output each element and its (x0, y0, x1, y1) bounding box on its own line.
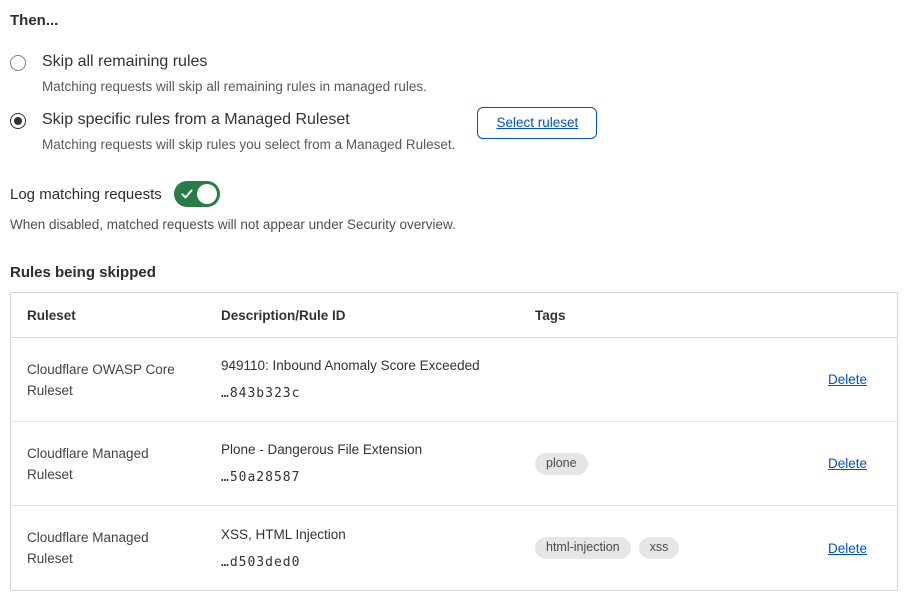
table-row: Cloudflare Managed Ruleset XSS, HTML Inj… (11, 506, 897, 590)
table-row: Cloudflare Managed Ruleset Plone - Dange… (11, 422, 897, 506)
rule-id: …843b323c (221, 386, 535, 401)
delete-link[interactable]: Delete (828, 456, 867, 471)
delete-link[interactable]: Delete (828, 372, 867, 387)
skip-specific-rules-radio[interactable] (10, 113, 26, 129)
actions-cell: Delete (797, 372, 867, 387)
ruleset-cell: Cloudflare Managed Ruleset (27, 527, 221, 569)
column-header-description-rule-id: Description/Rule ID (221, 308, 535, 323)
log-matching-row: Log matching requests (10, 181, 899, 207)
ruleset-cell: Cloudflare OWASP Core Ruleset (27, 359, 221, 401)
log-matching-help-text: When disabled, matched requests will not… (10, 216, 899, 233)
skip-all-rules-label: Skip all remaining rules (42, 52, 427, 72)
check-icon (181, 188, 193, 200)
tags-cell: html-injection xss (535, 537, 797, 559)
rule-description: 949110: Inbound Anomaly Score Exceeded (221, 358, 535, 374)
log-matching-label: Log matching requests (10, 186, 162, 203)
log-matching-toggle[interactable] (174, 181, 220, 207)
delete-link[interactable]: Delete (828, 541, 867, 556)
tag-badge: xss (639, 537, 680, 559)
actions-cell: Delete (797, 541, 867, 556)
description-cell: 949110: Inbound Anomaly Score Exceeded …… (221, 358, 535, 401)
option-skip-all-rules: Skip all remaining rules Matching reques… (10, 52, 899, 95)
skip-all-rules-radio[interactable] (10, 55, 26, 71)
skip-specific-rules-label: Skip specific rules from a Managed Rules… (42, 110, 455, 130)
skip-specific-rules-description: Matching requests will skip rules you se… (42, 136, 455, 153)
toggle-knob (197, 184, 217, 204)
rules-being-skipped-heading: Rules being skipped (10, 264, 899, 281)
then-heading: Then... (10, 12, 899, 29)
radio-dot (14, 117, 22, 125)
rule-description: XSS, HTML Injection (221, 527, 535, 543)
select-ruleset-button[interactable]: Select ruleset (477, 107, 597, 139)
tag-badge: plone (535, 453, 588, 475)
description-cell: XSS, HTML Injection …d503ded0 (221, 527, 535, 570)
skip-all-rules-description: Matching requests will skip all remainin… (42, 78, 427, 95)
column-header-tags: Tags (535, 308, 797, 323)
actions-cell: Delete (797, 456, 867, 471)
column-header-ruleset: Ruleset (27, 308, 221, 323)
rule-id: …50a28587 (221, 470, 535, 485)
rule-id: …d503ded0 (221, 555, 535, 570)
option-skip-specific-rules: Skip specific rules from a Managed Rules… (10, 110, 899, 153)
tag-badge: html-injection (535, 537, 631, 559)
tags-cell: plone (535, 453, 797, 475)
table-row: Cloudflare OWASP Core Ruleset 949110: In… (11, 338, 897, 422)
rule-description: Plone - Dangerous File Extension (221, 442, 535, 458)
description-cell: Plone - Dangerous File Extension …50a285… (221, 442, 535, 485)
ruleset-cell: Cloudflare Managed Ruleset (27, 443, 221, 485)
rules-being-skipped-table: Ruleset Description/Rule ID Tags Cloudfl… (10, 292, 898, 591)
table-header-row: Ruleset Description/Rule ID Tags (11, 293, 897, 338)
